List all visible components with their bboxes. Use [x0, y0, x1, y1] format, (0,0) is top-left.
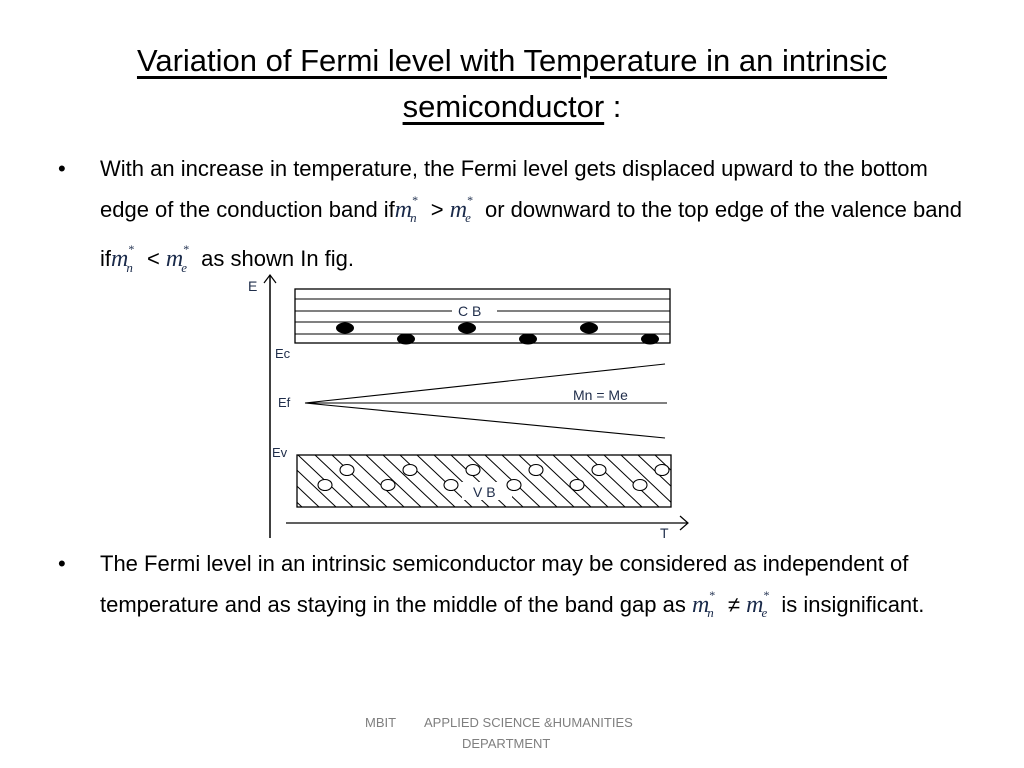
- hole-circle: [632, 478, 648, 492]
- hatch-line: [569, 455, 626, 507]
- hole-circle: [317, 478, 333, 492]
- bullet-marker: •: [58, 551, 66, 576]
- hatch-line: [314, 455, 371, 507]
- hatch-line: [297, 485, 320, 507]
- ef-label: Ef: [278, 395, 291, 410]
- bullet-marker: •: [58, 156, 66, 181]
- title-line-1: Variation of Fermi level with Temperatur…: [136, 43, 888, 78]
- bullet-1-text: With an increase in temperature, the Fer…: [100, 152, 968, 285]
- electron-effective-mass-symbol: m*n: [394, 192, 418, 226]
- hatch-line: [297, 501, 303, 507]
- electron-dot: [641, 333, 659, 345]
- electron-dot: [458, 322, 476, 334]
- hatch-line: [689, 455, 744, 507]
- hole-circle: [654, 463, 670, 477]
- electron-effective-mass-symbol: m*n: [111, 241, 134, 275]
- ev-label: Ev: [272, 445, 288, 460]
- hatch-line: [501, 455, 558, 507]
- hole-circle: [339, 463, 355, 477]
- footer-dept-line-2: DEPARTMENT: [462, 736, 551, 751]
- hatch-line: [450, 455, 507, 507]
- footer-org: MBIT: [365, 715, 396, 730]
- hatch-line: [654, 455, 671, 471]
- title-suffix: :: [604, 89, 622, 124]
- hole-circle: [465, 463, 481, 477]
- greater-than-operator: >: [424, 196, 450, 222]
- hatch-line: [433, 455, 490, 507]
- hatch-line: [603, 455, 660, 507]
- valence-band-label: V B: [473, 484, 496, 500]
- hole-circle: [443, 478, 459, 492]
- bullet-1: • With an increase in temperature, the F…: [58, 152, 968, 285]
- equal-mass-label: Mn = Me: [573, 387, 628, 403]
- fermi-level-upward-line: [304, 363, 666, 404]
- conduction-band: C B: [294, 288, 671, 345]
- hatch-line: [672, 455, 727, 507]
- slide-title: Variation of Fermi level with Temperatur…: [60, 38, 964, 130]
- hole-circle: [528, 463, 544, 477]
- electron-dot: [519, 333, 537, 345]
- hole-effective-mass-symbol: m*e: [165, 241, 189, 275]
- hole-circle: [506, 478, 522, 492]
- hatch-line: [484, 455, 541, 507]
- hatch-line: [620, 455, 671, 503]
- hatch-line: [230, 455, 285, 507]
- conduction-band-label: C B: [458, 303, 481, 319]
- bullet-2-text: The Fermi level in an intrinsic semicond…: [100, 547, 968, 631]
- temperature-axis-arrowhead-icon: [679, 515, 689, 531]
- hole-circle: [402, 463, 418, 477]
- ec-label: Ec: [275, 346, 291, 361]
- hatch-line: [365, 455, 422, 507]
- hatch-line: [637, 455, 671, 487]
- hatch-line: [535, 455, 592, 507]
- electron-dot: [336, 322, 354, 334]
- hatch-line: [348, 455, 405, 507]
- not-equal-operator: ≠: [721, 591, 747, 617]
- hole-circle: [569, 478, 585, 492]
- hatch-line: [297, 469, 337, 507]
- electron-dot: [397, 333, 415, 345]
- fermi-level-downward-line: [304, 402, 666, 439]
- hatch-line: [552, 455, 609, 507]
- valence-band: V B: [230, 454, 744, 508]
- title-line-2: semiconductor: [402, 89, 605, 124]
- hole-circle: [591, 463, 607, 477]
- electron-dot: [580, 322, 598, 334]
- fermi-level-lines: Ef Mn = Me: [278, 363, 667, 439]
- hole-effective-mass-symbol: m*e: [746, 587, 769, 621]
- hole-effective-mass-symbol: m*e: [449, 192, 473, 226]
- hatch-line: [399, 455, 456, 507]
- less-than-operator: <: [140, 245, 166, 271]
- hatch-line: [416, 455, 473, 507]
- hatch-line: [331, 455, 388, 507]
- hatch-line: [467, 455, 524, 507]
- temperature-axis-label: T: [660, 525, 669, 541]
- footer-dept-line-1: APPLIED SCIENCE &HUMANITIES: [424, 715, 633, 730]
- bullet-1-part-3: as shown In fig.: [195, 245, 355, 271]
- hatch-line: [382, 455, 439, 507]
- electron-effective-mass-symbol: m*n: [691, 587, 715, 621]
- hatch-line: [586, 455, 643, 507]
- bullet-2: • The Fermi level in an intrinsic semico…: [58, 547, 968, 631]
- hatch-line: [297, 455, 354, 507]
- bullet-2-part-2: is insignificant.: [775, 591, 925, 617]
- slide-footer: MBIT APPLIED SCIENCE &HUMANITIES DEPARTM…: [340, 712, 680, 754]
- hatch-line: [518, 455, 575, 507]
- hole-circle: [380, 478, 396, 492]
